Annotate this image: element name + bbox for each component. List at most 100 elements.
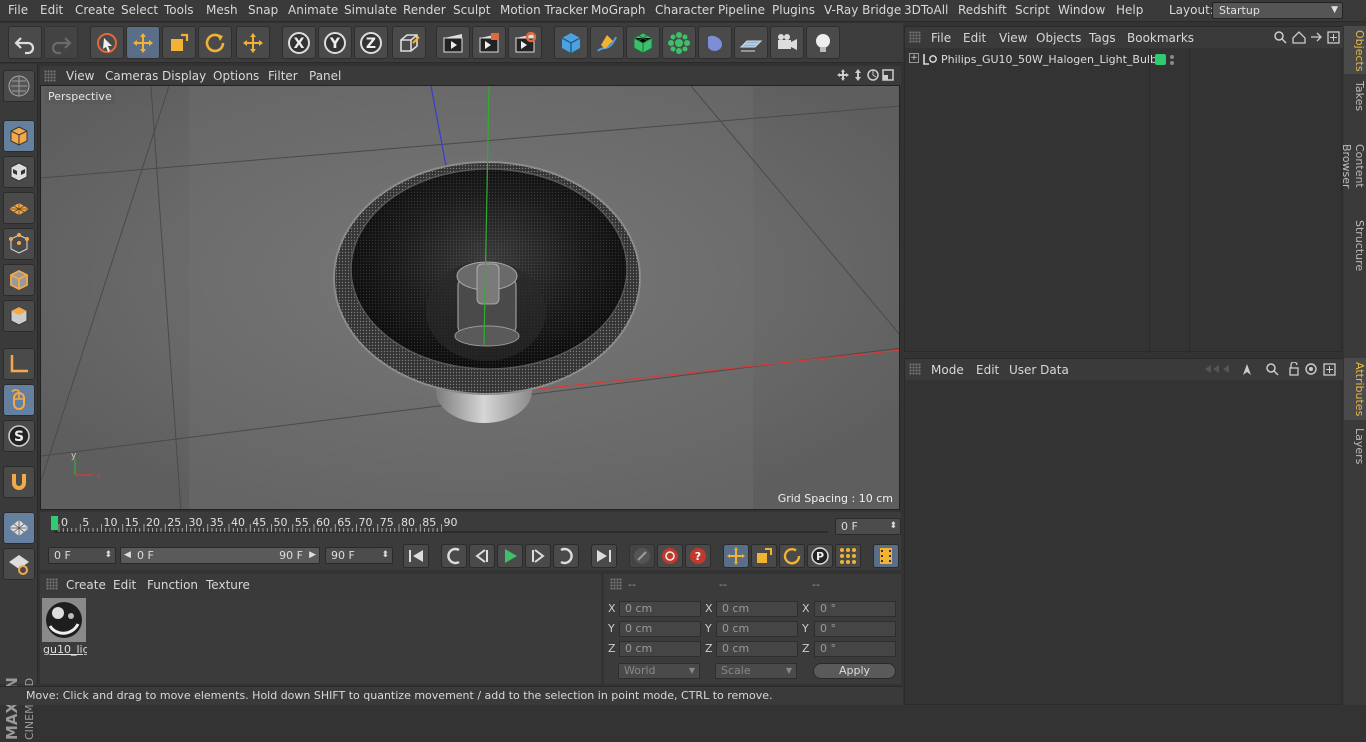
rotate-tool-button[interactable] [198, 26, 232, 59]
go-to-end-button[interactable] [591, 544, 617, 568]
previous-frame-button[interactable] [469, 544, 495, 568]
key-parameter-button[interactable]: P [807, 544, 833, 568]
menu-snap[interactable]: Snap [248, 3, 278, 17]
workplane-lock-button[interactable] [3, 512, 35, 544]
viewport-menu-panel[interactable]: Panel [309, 69, 341, 83]
panel-grip-icon[interactable] [46, 578, 58, 590]
axis-mode-button[interactable] [3, 348, 35, 380]
timeline-ruler[interactable]: 0 5 10 15 20 25 30 35 40 45 50 55 60 65 70 75 80 85 90 0 F… [40, 512, 901, 542]
floor-button[interactable] [734, 26, 768, 59]
tab-layers[interactable]: Layers [1344, 424, 1366, 466]
menu-edit[interactable]: Edit [40, 3, 63, 17]
render-view-button[interactable] [436, 26, 470, 59]
viewport-menu-options[interactable]: Options [213, 69, 259, 83]
attributes-menu-mode[interactable]: Mode [931, 363, 964, 377]
menu-help[interactable]: Help [1116, 3, 1143, 17]
tab-takes[interactable]: Takes [1344, 76, 1366, 116]
previous-key-button[interactable] [441, 544, 467, 568]
objects-menu-view[interactable]: View [999, 31, 1027, 45]
menu-simulate[interactable]: Simulate [344, 3, 397, 17]
panel-grip-icon[interactable] [44, 70, 56, 82]
coordinate-mode-select[interactable]: World ▼ [618, 663, 700, 679]
viewport-navigation-icons[interactable] [836, 68, 896, 83]
menu-animate[interactable]: Animate [288, 3, 338, 17]
attributes-menu-edit[interactable]: Edit [976, 363, 999, 377]
panel-grip-icon[interactable] [909, 363, 921, 375]
keyframe-selection-button[interactable]: ? [685, 544, 711, 568]
autokeying-button[interactable] [657, 544, 683, 568]
viewport-menu-display[interactable]: Display [162, 69, 206, 83]
range-right-arrow-icon[interactable]: ▶ [309, 548, 316, 563]
next-key-button[interactable] [553, 544, 579, 568]
attribute-nav-icons[interactable] [1201, 362, 1341, 377]
menu-file[interactable]: File [8, 3, 28, 17]
world-coordinates-button[interactable] [392, 26, 426, 59]
rot-h-field[interactable]: 0 ° [814, 601, 896, 617]
record-active-objects-button[interactable] [629, 544, 655, 568]
next-frame-button[interactable] [525, 544, 551, 568]
render-settings-button[interactable] [508, 26, 542, 59]
points-mode-button[interactable] [3, 228, 35, 260]
menu-motion-tracker[interactable]: Motion Tracker [500, 3, 588, 17]
recent-tool-button[interactable] [236, 26, 270, 59]
layout-select[interactable]: Startup ▼ [1212, 2, 1343, 19]
scale-tool-button[interactable] [162, 26, 196, 59]
panel-grip-icon[interactable] [909, 31, 921, 43]
locked-workplane-button[interactable] [3, 548, 35, 580]
material-menu-texture[interactable]: Texture [206, 578, 250, 592]
deformer-button[interactable] [698, 26, 732, 59]
subdivision-surface-button[interactable] [626, 26, 660, 59]
snap-button[interactable] [3, 466, 35, 498]
material-menu-edit[interactable]: Edit [113, 578, 136, 592]
play-forward-button[interactable] [497, 544, 523, 568]
pos-x-field[interactable]: 0 cm [619, 601, 701, 617]
menu-3dtoall[interactable]: 3DToAll [904, 3, 948, 17]
go-to-start-button[interactable] [403, 544, 429, 568]
pen-spline-button[interactable] [590, 26, 624, 59]
menu-pipeline[interactable]: Pipeline [718, 3, 765, 17]
menu-sculpt[interactable]: Sculpt [453, 3, 490, 17]
stepper-icon[interactable]: ⬍ [381, 548, 389, 563]
edges-mode-button[interactable] [3, 264, 35, 296]
rot-b-field[interactable]: 0 ° [814, 641, 896, 657]
size-mode-select[interactable]: Scale ▼ [715, 663, 797, 679]
viewport-camera-label[interactable]: Perspective [45, 89, 115, 104]
menu-select[interactable]: Select [121, 3, 158, 17]
menu-window[interactable]: Window [1058, 3, 1105, 17]
layer-color-tag[interactable] [1155, 54, 1166, 65]
object-row[interactable]: + Philips_GU10_50W_Halogen_Light_Bulb [905, 52, 1341, 70]
solo-button[interactable]: S [3, 420, 35, 452]
menu-mesh[interactable]: Mesh [206, 3, 238, 17]
texture-mode-button[interactable] [3, 156, 35, 188]
viewport-menu-view[interactable]: View [66, 69, 94, 83]
tweak-mode-button[interactable] [3, 384, 35, 416]
render-picture-viewer-button[interactable] [472, 26, 506, 59]
stepper-icon[interactable]: ⬍ [104, 548, 112, 563]
object-manager-header-icons[interactable] [1273, 30, 1341, 45]
range-left-arrow-icon[interactable]: ◀ [124, 548, 131, 563]
start-frame-field[interactable]: 0 F ⬍ [48, 547, 116, 564]
model-mode-button[interactable] [3, 120, 35, 152]
panel-grip-icon[interactable] [610, 578, 622, 590]
menu-redshift[interactable]: Redshift [958, 3, 1007, 17]
key-scale-button[interactable] [751, 544, 777, 568]
undo-button[interactable] [8, 26, 42, 59]
tab-content-browser[interactable]: Content Browser [1340, 120, 1366, 212]
menu-vray-bridge[interactable]: V-Ray Bridge [824, 3, 901, 17]
camera-button[interactable] [770, 26, 804, 59]
objects-menu-bookmarks[interactable]: Bookmarks [1127, 31, 1194, 45]
make-editable-button[interactable] [3, 70, 35, 102]
visibility-dots-icon[interactable] [1169, 53, 1175, 67]
perspective-viewport[interactable]: y x Perspective Grid Spacing : 10 cm [40, 85, 900, 510]
menu-render[interactable]: Render [403, 3, 446, 17]
objects-menu-edit[interactable]: Edit [963, 31, 986, 45]
cloner-button[interactable] [662, 26, 696, 59]
playhead-marker[interactable] [51, 516, 58, 530]
material-menu-function[interactable]: Function [147, 578, 198, 592]
x-axis-lock-button[interactable]: X [282, 26, 316, 59]
objects-menu-tags[interactable]: Tags [1089, 31, 1116, 45]
polygons-mode-button[interactable] [3, 300, 35, 332]
move-tool-button[interactable] [126, 26, 160, 59]
objects-menu-file[interactable]: File [931, 31, 951, 45]
z-axis-lock-button[interactable]: Z [354, 26, 388, 59]
